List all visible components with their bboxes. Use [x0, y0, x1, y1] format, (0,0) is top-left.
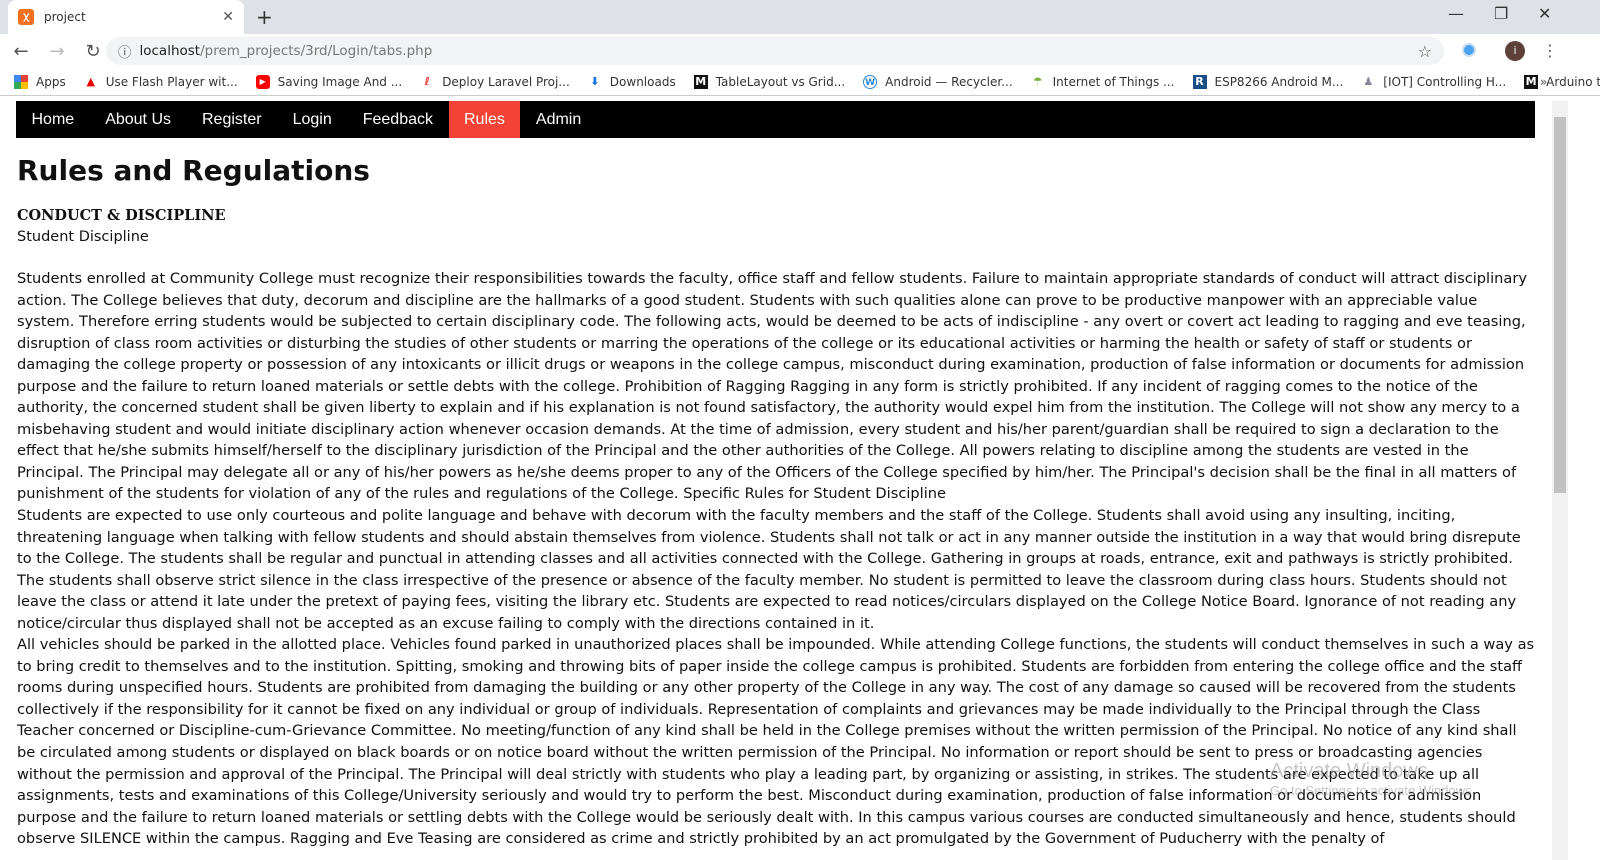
bookmark-item[interactable]: ▶ Saving Image And ...: [255, 74, 403, 89]
browser-tab[interactable]: ꭓ project ✕: [8, 0, 244, 34]
bookmark-item[interactable]: ℓ Deploy Laravel Proj...: [420, 75, 570, 89]
wordpress-icon: W: [863, 74, 878, 89]
nav-login[interactable]: Login: [277, 101, 347, 138]
bookmark-label: Deploy Laravel Proj...: [442, 74, 570, 89]
bookmark-label: Internet of Things ...: [1052, 74, 1175, 89]
laravel-icon: ℓ: [424, 74, 430, 88]
paragraph: Students enrolled at Community College m…: [17, 270, 1527, 503]
bookmark-label: Downloads: [609, 74, 676, 89]
r-icon: R: [1192, 74, 1207, 89]
android-icon: ☂: [1032, 74, 1043, 88]
medium-icon: M: [1524, 74, 1539, 89]
close-window-icon[interactable]: ✕: [1538, 4, 1551, 23]
download-icon: ⬇: [590, 74, 600, 88]
browser-toolbar: ← → ↻ ⓘ localhost/prem_projects/3rd/Logi…: [0, 34, 1600, 68]
bookmark-item[interactable]: ♟ [IOT] Controlling H...: [1361, 75, 1506, 89]
bookmark-apps[interactable]: Apps: [14, 74, 66, 89]
tab-strip: ꭓ project ✕ + — ❐ ✕: [0, 0, 1600, 34]
avatar[interactable]: i: [1505, 41, 1525, 61]
scrollbar[interactable]: [1552, 101, 1568, 860]
nav-rules[interactable]: Rules: [448, 101, 521, 138]
bookmark-item[interactable]: ☂ Internet of Things ...: [1031, 75, 1175, 89]
info-icon[interactable]: ⓘ: [118, 41, 132, 61]
bookmark-label: [IOT] Controlling H...: [1383, 74, 1507, 89]
bookmark-item[interactable]: R ESP8266 Android M...: [1192, 74, 1344, 89]
nav-admin[interactable]: Admin: [520, 101, 596, 138]
url-path: /prem_projects/3rd/Login/tabs.php: [200, 43, 433, 59]
bookmark-label: ESP8266 Android M...: [1214, 74, 1344, 89]
url-host: localhost: [139, 43, 201, 59]
minimize-icon[interactable]: —: [1448, 4, 1464, 23]
scrollbar-thumb[interactable]: [1554, 117, 1566, 493]
windows-activation-watermark: Activate Windows Go to Settings to activ…: [1270, 760, 1475, 798]
medium-icon: M: [693, 74, 708, 89]
bookmark-label: Apps: [36, 74, 66, 89]
nav-about-us[interactable]: About Us: [90, 101, 187, 138]
bookmarks-bar: Apps ▲ Use Flash Player wit... ▶ Saving Im…: [0, 68, 1600, 96]
bookmark-label: Saving Image And ...: [277, 74, 403, 89]
nav-home[interactable]: Home: [16, 101, 90, 138]
nav-feedback[interactable]: Feedback: [347, 101, 448, 138]
bookmark-label: Android — Recycler...: [885, 74, 1013, 89]
reload-icon[interactable]: ↻: [78, 41, 108, 62]
paragraph: Students are expected to use only courte…: [17, 507, 1521, 632]
bookmark-item[interactable]: ⬇ Downloads: [588, 75, 676, 89]
page-title: Rules and Regulations: [17, 154, 370, 187]
address-bar[interactable]: ⓘ localhost/prem_projects/3rd/Login/tabs…: [106, 37, 1444, 65]
new-tab-icon[interactable]: +: [256, 5, 273, 29]
bookmark-label: Use Flash Player wit...: [105, 74, 238, 89]
bookmark-item[interactable]: M Arduino to Android...: [1524, 74, 1600, 89]
menu-icon[interactable]: ⋮: [1542, 41, 1558, 60]
apps-grid-icon: [14, 74, 28, 89]
bookmark-item[interactable]: M TableLayout vs Grid...: [693, 74, 846, 89]
paragraph: All vehicles should be parked in the all…: [17, 636, 1535, 848]
section-heading: CONDUCT & DISCIPLINE: [17, 207, 226, 224]
site-nav: Home About Us Register Login Feedback Ru…: [16, 101, 1535, 138]
iot-icon: ♟: [1363, 74, 1374, 88]
bookmark-item[interactable]: ▲ Use Flash Player wit...: [84, 74, 238, 89]
tab-title: project: [44, 10, 86, 24]
close-tab-icon[interactable]: ✕: [222, 9, 234, 25]
bookmark-label: TableLayout vs Grid...: [715, 74, 846, 89]
watermark-line: Activate Windows: [1270, 760, 1428, 782]
xampp-favicon-icon: ꭓ: [18, 9, 34, 25]
nav-register[interactable]: Register: [187, 101, 278, 138]
bookmark-star-icon[interactable]: ☆: [1418, 42, 1432, 61]
forward-icon[interactable]: →: [42, 41, 72, 62]
section-subheading: Student Discipline: [17, 228, 149, 245]
page-viewport: Home About Us Register Login Feedback Ru…: [0, 97, 1552, 860]
back-icon[interactable]: ←: [6, 41, 36, 62]
watermark-line: Go to Settings to activate Windows.: [1270, 783, 1476, 798]
restore-icon[interactable]: ❐: [1494, 4, 1508, 23]
bookmark-item[interactable]: W Android — Recycler...: [863, 74, 1013, 89]
extension-icon[interactable]: [1462, 43, 1476, 57]
bookmark-label: Arduino to Android...: [1546, 74, 1600, 89]
youtube-icon: ▶: [255, 74, 270, 89]
more-bookmarks-icon[interactable]: »: [1540, 75, 1547, 89]
adobe-icon: ▲: [86, 74, 95, 88]
